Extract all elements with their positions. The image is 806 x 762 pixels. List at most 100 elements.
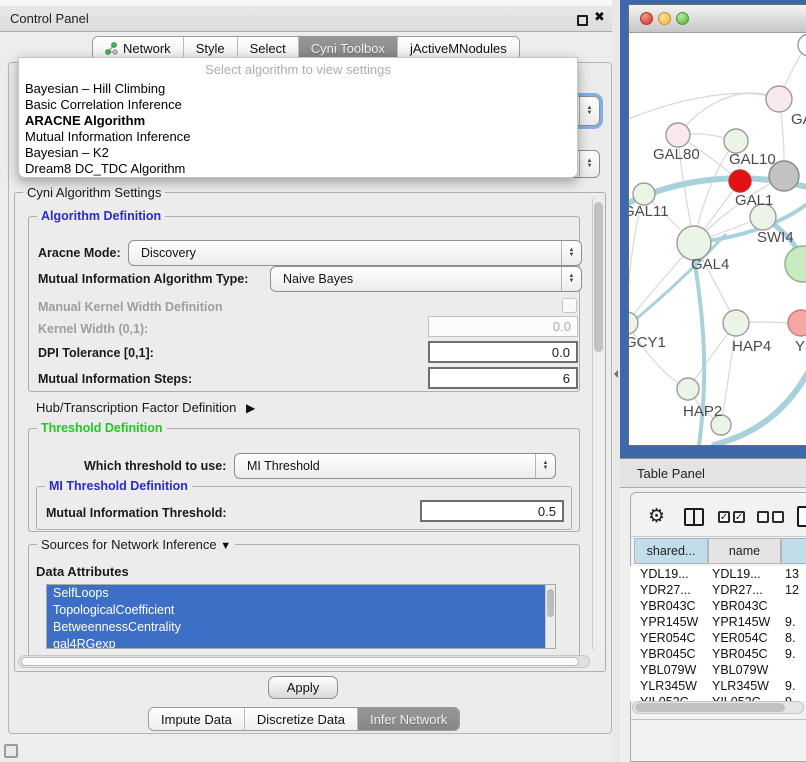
column-header-partial[interactable] bbox=[781, 538, 806, 564]
attribute-item[interactable]: BetweennessCentrality bbox=[47, 619, 545, 636]
settings-hscroll-thumb[interactable] bbox=[21, 657, 579, 666]
table-panel-titlebar: Table Panel bbox=[620, 458, 806, 488]
table-cell[interactable]: YBR043C bbox=[640, 598, 706, 614]
table-horizontal-scrollbar[interactable] bbox=[632, 701, 804, 714]
table-cell[interactable]: YER054C bbox=[712, 630, 780, 646]
table-cell[interactable]: YDR27... bbox=[712, 582, 780, 598]
dropdown-option[interactable]: Bayesian – K2 bbox=[19, 145, 577, 161]
mi-steps-field[interactable]: 6 bbox=[428, 367, 578, 389]
column-header-label: shared... bbox=[647, 544, 696, 558]
dropdown-option[interactable]: Bayesian – Hill Climbing bbox=[19, 81, 577, 97]
table-cell[interactable]: YBR045C bbox=[640, 646, 706, 662]
table-cell[interactable]: 9. bbox=[785, 646, 806, 662]
table-cell[interactable]: 8. bbox=[785, 630, 806, 646]
apply-button[interactable]: Apply bbox=[268, 676, 338, 699]
table-cell[interactable]: 9. bbox=[785, 694, 806, 701]
attribute-list-scrollbar[interactable] bbox=[545, 585, 555, 649]
column-header-shared[interactable]: shared... bbox=[634, 538, 708, 564]
tab-cyni-toolbox[interactable]: Cyni Toolbox bbox=[299, 37, 398, 59]
data-attributes-list[interactable]: SelfLoops TopologicalCoefficient Between… bbox=[46, 584, 556, 649]
table-cell[interactable]: YLR345W bbox=[640, 678, 706, 694]
gear-icon[interactable]: ⚙ bbox=[648, 505, 665, 528]
node-label: HAP2 bbox=[683, 403, 722, 420]
table-cell[interactable]: 13 bbox=[785, 566, 806, 582]
table-cell[interactable]: 9. bbox=[785, 678, 806, 694]
dropdown-option[interactable]: Mutual Information Inference bbox=[19, 129, 577, 145]
hub-section-label: Hub/Transcription Factor Definition bbox=[36, 400, 236, 415]
table-cell[interactable]: YIL052C bbox=[640, 694, 706, 701]
table-hscroll-thumb[interactable] bbox=[635, 703, 785, 712]
attribute-item[interactable]: SelfLoops bbox=[47, 585, 545, 602]
node-gal4 bbox=[677, 226, 711, 260]
table-cell[interactable]: YER054C bbox=[640, 630, 706, 646]
window-minimize-button[interactable] bbox=[658, 12, 671, 25]
mi-type-combo[interactable]: Naive Bayes ▲▼ bbox=[270, 266, 582, 292]
dropdown-option[interactable]: Dream8 DC_TDC Algorithm bbox=[19, 161, 577, 177]
tab-impute-data[interactable]: Impute Data bbox=[149, 708, 245, 730]
tab-discretize-label: Discretize Data bbox=[257, 712, 345, 727]
panel-splitter[interactable] bbox=[612, 0, 620, 762]
settings-vscroll-thumb[interactable] bbox=[594, 202, 603, 352]
window-zoom-button[interactable] bbox=[676, 12, 689, 25]
table-cell[interactable]: YBR045C bbox=[712, 646, 780, 662]
document-icon[interactable] bbox=[797, 506, 806, 527]
dpi-tolerance-field[interactable]: 0.0 bbox=[428, 341, 578, 363]
which-threshold-combo[interactable]: MI Threshold ▲▼ bbox=[234, 453, 556, 479]
panel-grip-icon[interactable] bbox=[4, 744, 18, 758]
dropdown-option-highlighted[interactable]: ARACNE Algorithm bbox=[19, 113, 577, 129]
tab-infer-network[interactable]: Infer Network bbox=[358, 708, 459, 730]
kernel-width-field[interactable]: 0.0 bbox=[428, 316, 578, 337]
table-cell[interactable]: YPR145W bbox=[640, 614, 706, 630]
dropdown-option[interactable]: Basic Correlation Inference bbox=[19, 97, 577, 113]
node-label-group: GAL GAL80 GAL10 GAL1 GAL11 SWI4 GAL4 GCY… bbox=[629, 111, 806, 420]
node-hap4 bbox=[723, 310, 749, 336]
settings-horizontal-scrollbar[interactable] bbox=[18, 655, 590, 668]
tab-jactivemnodules[interactable]: jActiveMNodules bbox=[398, 37, 519, 59]
table-cell[interactable]: YLR345W bbox=[712, 678, 780, 694]
hub-section-header[interactable]: Hub/Transcription Factor Definition ▶ bbox=[36, 400, 255, 415]
table-cell[interactable]: YDL19... bbox=[712, 566, 780, 582]
tab-style-label: Style bbox=[196, 41, 225, 56]
checked-checkbox-icon[interactable]: ✓ bbox=[733, 511, 745, 523]
network-window-titlebar[interactable] bbox=[629, 5, 806, 33]
table-cell[interactable]: YPR145W bbox=[712, 614, 780, 630]
control-panel-titlebar: Control Panel ✖ bbox=[0, 6, 612, 32]
node-gal11 bbox=[633, 183, 655, 205]
node-hap2 bbox=[677, 378, 699, 400]
column-layout-icon[interactable] bbox=[684, 508, 704, 526]
column-header-name[interactable]: name bbox=[708, 538, 781, 564]
tab-network[interactable]: Network bbox=[93, 37, 184, 59]
table-cell[interactable]: 12 bbox=[785, 582, 806, 598]
aracne-mode-value: Discovery bbox=[129, 246, 561, 260]
mi-threshold-field[interactable]: 0.5 bbox=[420, 500, 564, 522]
attribute-item[interactable]: TopologicalCoefficient bbox=[47, 602, 545, 619]
table-cell[interactable]: YDL19... bbox=[640, 566, 706, 582]
window-close-button[interactable] bbox=[640, 12, 653, 25]
table-cell[interactable]: 9. bbox=[785, 614, 806, 630]
table-cell[interactable]: YBL079W bbox=[712, 662, 780, 678]
manual-kernel-checkbox[interactable] bbox=[562, 298, 577, 313]
table-cell[interactable]: YBR043C bbox=[712, 598, 780, 614]
network-canvas[interactable]: GAL GAL80 GAL10 GAL1 GAL11 SWI4 GAL4 GCY… bbox=[629, 33, 806, 445]
tab-style[interactable]: Style bbox=[184, 37, 238, 59]
unchecked-checkbox-icon[interactable] bbox=[772, 511, 784, 523]
unchecked-checkbox-icon[interactable] bbox=[757, 511, 769, 523]
aracne-mode-combo[interactable]: Discovery ▲▼ bbox=[128, 240, 582, 266]
table-cell[interactable]: YIL052C bbox=[712, 694, 780, 701]
threshold-definition-title: Threshold Definition bbox=[37, 421, 167, 435]
attribute-item[interactable]: gal4RGexp bbox=[47, 636, 545, 649]
mi-type-label: Mutual Information Algorithm Type: bbox=[38, 272, 248, 286]
sources-group-title[interactable]: Sources for Network Inference ▼ bbox=[37, 537, 235, 552]
tab-select[interactable]: Select bbox=[238, 37, 299, 59]
table-cell[interactable] bbox=[785, 598, 806, 614]
table-cell[interactable]: YBL079W bbox=[640, 662, 706, 678]
attribute-list-scroll-thumb[interactable] bbox=[547, 589, 554, 617]
close-panel-icon[interactable]: ✖ bbox=[594, 9, 605, 25]
settings-vertical-scrollbar[interactable] bbox=[592, 196, 603, 652]
tab-discretize-data[interactable]: Discretize Data bbox=[245, 708, 358, 730]
float-panel-icon[interactable] bbox=[577, 15, 588, 26]
settings-group-title: Cyni Algorithm Settings bbox=[23, 185, 165, 200]
checked-checkbox-icon[interactable]: ✓ bbox=[718, 511, 730, 523]
table-cell[interactable] bbox=[785, 662, 806, 678]
table-cell[interactable]: YDR27... bbox=[640, 582, 706, 598]
